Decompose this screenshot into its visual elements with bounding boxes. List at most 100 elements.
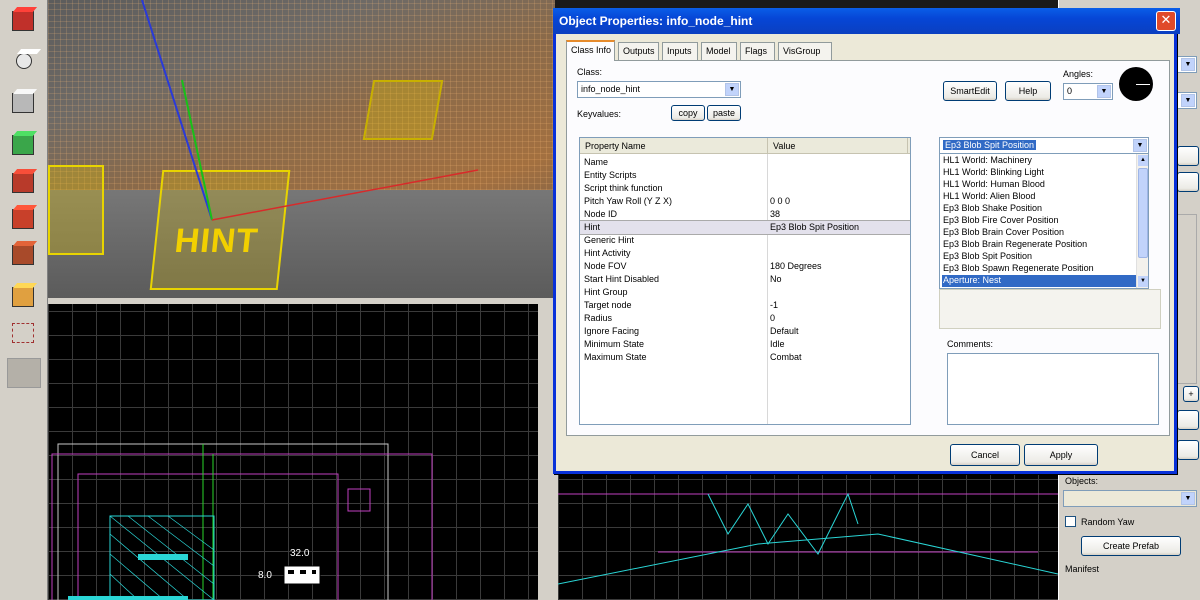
decal-cube-icon bbox=[12, 287, 34, 307]
hint-value-combo[interactable]: Ep3 Blob Spit Position ▼ bbox=[939, 137, 1149, 154]
list-item[interactable]: HL1 World: Machinery bbox=[942, 155, 1136, 167]
property-name-cell: Script think function bbox=[584, 183, 663, 193]
smartedit-toggle[interactable]: SmartEdit bbox=[943, 81, 997, 101]
list-item[interactable]: HL1 World: Human Blood bbox=[942, 179, 1136, 191]
table-row[interactable]: Hint Activity bbox=[580, 247, 910, 260]
angles-combo[interactable]: 0 ▼ bbox=[1063, 83, 1113, 100]
top-2d-viewport[interactable]: 32.0 8.0 bbox=[48, 304, 538, 600]
y-axis-line bbox=[181, 79, 213, 221]
tab-outputs[interactable]: Outputs bbox=[618, 42, 659, 60]
table-row[interactable]: Minimum State Idle bbox=[580, 338, 910, 351]
table-row[interactable]: Start Hint Disabled No bbox=[580, 273, 910, 286]
help-button[interactable]: Help bbox=[1005, 81, 1051, 101]
list-item[interactable]: Aperture: Nest bbox=[942, 275, 1136, 287]
list-item[interactable]: Ep3 Blob Spawn Regenerate Position bbox=[942, 263, 1136, 275]
right-panel-button-a[interactable] bbox=[1177, 146, 1199, 166]
table-row[interactable]: Entity Scripts bbox=[580, 169, 910, 182]
property-name-cell: Hint bbox=[584, 222, 601, 232]
camera-tool-button[interactable] bbox=[6, 88, 42, 120]
keyvalues-table: Property Name Value Name Entity Scripts Sc… bbox=[579, 137, 911, 425]
table-row[interactable]: Hint Group bbox=[580, 286, 910, 299]
property-value-cell: Default bbox=[770, 326, 799, 336]
manifest-label: Manifest bbox=[1065, 564, 1100, 574]
dropdown-arrow-icon: ▼ bbox=[725, 83, 739, 96]
dialog-titlebar[interactable]: Object Properties: info_node_hint ✕ bbox=[553, 8, 1180, 34]
scroll-thumb[interactable] bbox=[1138, 168, 1148, 258]
table-row[interactable]: Pitch Yaw Roll (Y Z X) 0 0 0 bbox=[580, 195, 910, 208]
texture-tool-button[interactable] bbox=[6, 204, 42, 236]
list-item[interactable]: HL1 World: Blinking Light bbox=[942, 167, 1136, 179]
table-row[interactable]: Generic Hint bbox=[580, 234, 910, 247]
right-panel-button-b[interactable] bbox=[1177, 172, 1199, 192]
table-row[interactable]: Radius 0 bbox=[580, 312, 910, 325]
property-value-cell: 0 0 0 bbox=[770, 196, 791, 206]
magnify-tool-button[interactable] bbox=[6, 48, 42, 80]
z-axis-line bbox=[141, 0, 213, 221]
dropdown-arrow-icon: ▼ bbox=[1133, 139, 1147, 152]
block-tool-button[interactable] bbox=[6, 168, 42, 200]
scroll-down-icon[interactable]: ▼ bbox=[1138, 276, 1148, 287]
entity-cube-icon bbox=[12, 135, 34, 155]
selection-tool-button[interactable] bbox=[6, 6, 42, 38]
table-header: Property Name Value bbox=[580, 138, 910, 154]
create-prefab-button[interactable]: Create Prefab bbox=[1081, 536, 1181, 556]
list-item[interactable]: HL1 World: Alien Blood bbox=[942, 191, 1136, 203]
property-name-cell: Hint Group bbox=[584, 287, 628, 297]
table-row[interactable]: Name bbox=[580, 156, 910, 169]
vertex-tool-button[interactable] bbox=[7, 358, 41, 388]
list-item[interactable]: Ep3 Blob Brain Regenerate Position bbox=[942, 239, 1136, 251]
right-panel-button-d[interactable] bbox=[1177, 440, 1199, 460]
table-row[interactable]: Script think function bbox=[580, 182, 910, 195]
paste-button[interactable]: paste bbox=[707, 105, 741, 121]
right-panel-button-c[interactable] bbox=[1177, 410, 1199, 430]
apply-texture-button[interactable] bbox=[6, 240, 42, 272]
clip-wireframe-icon bbox=[12, 323, 34, 343]
property-name-cell: Entity Scripts bbox=[584, 170, 637, 180]
options-scrollbar[interactable]: ▲ ▼ bbox=[1136, 154, 1148, 288]
clip-tool-button[interactable] bbox=[6, 318, 42, 350]
table-row[interactable]: Target node -1 bbox=[580, 299, 910, 312]
cancel-button[interactable]: Cancel bbox=[950, 444, 1020, 466]
entity-tool-button[interactable] bbox=[6, 130, 42, 162]
comments-textarea[interactable] bbox=[947, 353, 1159, 425]
table-row[interactable]: Node FOV 180 Degrees bbox=[580, 260, 910, 273]
property-value-cell: No bbox=[770, 274, 782, 284]
angles-value: 0 bbox=[1067, 86, 1073, 96]
side-2d-viewport[interactable] bbox=[558, 474, 1058, 600]
property-name-cell: Hint Activity bbox=[584, 248, 631, 258]
property-name-cell: Pitch Yaw Roll (Y Z X) bbox=[584, 196, 673, 206]
list-item[interactable]: Ep3 Blob Spit Position bbox=[942, 251, 1136, 263]
scroll-up-icon[interactable]: ▲ bbox=[1138, 155, 1148, 166]
camera-3d-viewport[interactable]: HINT bbox=[48, 0, 555, 298]
comments-label: Comments: bbox=[947, 339, 994, 349]
column-property-name[interactable]: Property Name bbox=[580, 138, 768, 154]
tab-inputs[interactable]: Inputs bbox=[662, 42, 698, 60]
tab-model[interactable]: Model bbox=[701, 42, 737, 60]
apply-button[interactable]: Apply bbox=[1024, 444, 1098, 466]
table-row[interactable]: Node ID 38 bbox=[580, 208, 910, 221]
table-row[interactable]: Hint Ep3 Blob Spit Position bbox=[580, 220, 910, 235]
objects-combo[interactable]: ▼ bbox=[1063, 490, 1197, 507]
tab-class-info[interactable]: Class Info bbox=[566, 40, 615, 61]
column-value[interactable]: Value bbox=[768, 138, 908, 154]
property-name-cell: Radius bbox=[584, 313, 613, 323]
property-name-cell: Name bbox=[584, 157, 609, 167]
table-row[interactable]: Maximum State Combat bbox=[580, 351, 910, 364]
list-item[interactable]: Ep3 Blob Brain Cover Position bbox=[942, 227, 1136, 239]
hint-options-list[interactable]: HL1 World: Machinery HL1 World: Blinking … bbox=[939, 153, 1149, 289]
block-cube-icon bbox=[12, 173, 34, 193]
angle-dial-control[interactable] bbox=[1119, 67, 1153, 101]
tab-flags[interactable]: Flags bbox=[740, 42, 775, 60]
tab-visgroup[interactable]: VisGroup bbox=[778, 42, 832, 60]
list-item[interactable]: Ep3 Blob Shake Position bbox=[942, 203, 1136, 215]
decal-tool-button[interactable] bbox=[6, 282, 42, 314]
property-value-cell: 38 bbox=[770, 209, 781, 219]
class-combo[interactable]: info_node_hint ▼ bbox=[577, 81, 741, 98]
add-button[interactable]: + bbox=[1183, 386, 1199, 402]
close-icon[interactable]: ✕ bbox=[1156, 11, 1176, 31]
copy-button[interactable]: copy bbox=[671, 105, 705, 121]
random-yaw-checkbox[interactable] bbox=[1065, 516, 1076, 527]
list-item[interactable]: Ep3 Blob Fire Cover Position bbox=[942, 215, 1136, 227]
random-yaw-label: Random Yaw bbox=[1081, 517, 1135, 527]
table-row[interactable]: Ignore Facing Default bbox=[580, 325, 910, 338]
